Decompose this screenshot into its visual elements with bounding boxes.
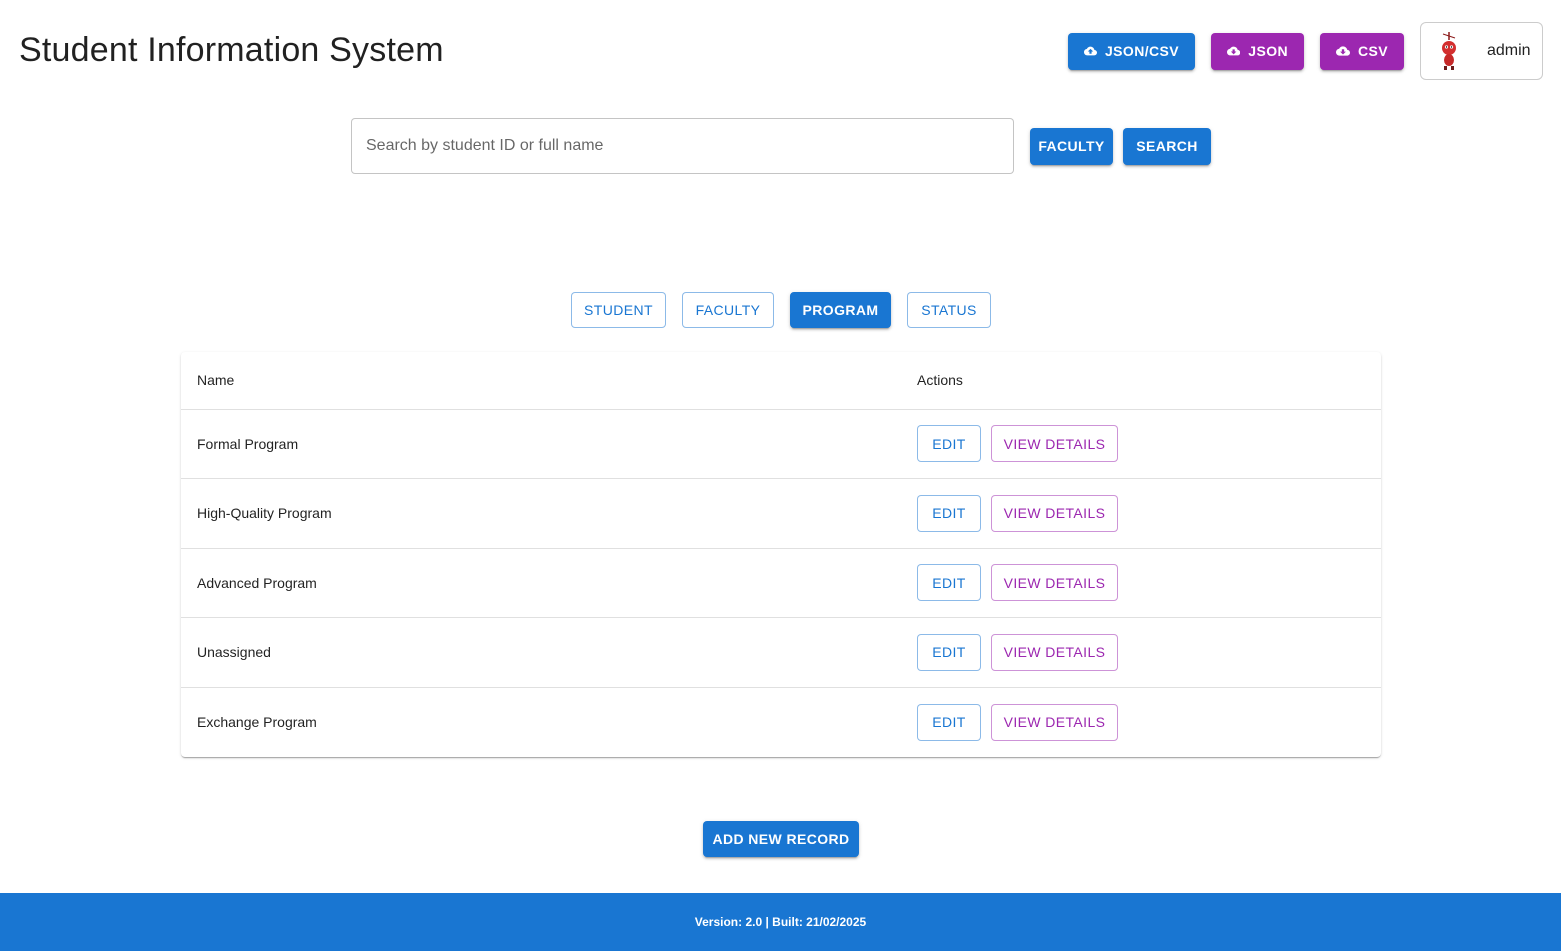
user-name: admin	[1487, 42, 1531, 59]
footer: Version: 2.0 | Built: 21/02/2025	[0, 893, 1561, 951]
column-header-actions: Actions	[901, 352, 1381, 410]
column-header-name: Name	[181, 352, 901, 410]
faculty-filter-button[interactable]: FACULTY	[1030, 127, 1113, 165]
row-actions: EDIT VIEW DETAILS	[901, 617, 1381, 688]
export-json-button[interactable]: JSON	[1211, 32, 1304, 70]
table-row: Advanced Program EDIT VIEW DETAILS	[181, 548, 1381, 618]
table-row: Unassigned EDIT VIEW DETAILS	[181, 617, 1381, 688]
add-new-record-button[interactable]: ADD NEW RECORD	[703, 821, 859, 857]
program-name: Formal Program	[181, 409, 901, 479]
tab-status[interactable]: STATUS	[907, 292, 991, 328]
export-csv-label: CSV	[1358, 43, 1388, 59]
search-input[interactable]	[351, 118, 1014, 174]
edit-button[interactable]: EDIT	[917, 633, 981, 671]
program-name: Unassigned	[181, 617, 901, 688]
table-header-row: Name Actions	[181, 352, 1381, 410]
tab-program[interactable]: PROGRAM	[790, 292, 891, 328]
program-name: Exchange Program	[197, 714, 317, 730]
edit-button[interactable]: EDIT	[917, 703, 981, 741]
user-menu-button[interactable]: admin	[1420, 22, 1543, 80]
export-csv-button[interactable]: CSV	[1320, 32, 1404, 70]
cloud-download-icon	[1336, 46, 1350, 56]
edit-button[interactable]: EDIT	[917, 564, 981, 602]
entity-tabs: STUDENT FACULTY PROGRAM STATUS	[571, 292, 1007, 328]
cloud-download-icon	[1227, 46, 1241, 56]
tab-student[interactable]: STUDENT	[571, 292, 666, 328]
view-details-button[interactable]: VIEW DETAILS	[991, 703, 1118, 741]
edit-button[interactable]: EDIT	[917, 494, 981, 532]
row-actions: EDIT VIEW DETAILS	[901, 478, 1381, 549]
import-json-csv-label: JSON/CSV	[1105, 43, 1179, 59]
tab-faculty[interactable]: FACULTY	[682, 292, 774, 328]
view-details-button[interactable]: VIEW DETAILS	[991, 425, 1118, 463]
table-row: Formal Program EDIT VIEW DETAILS	[181, 409, 1381, 479]
app-title: Student Information System	[19, 31, 444, 69]
row-actions: EDIT VIEW DETAILS	[901, 409, 1381, 479]
edit-button[interactable]: EDIT	[917, 425, 981, 463]
version-text: Version: 2.0 | Built: 21/02/2025	[694, 915, 867, 929]
view-details-button[interactable]: VIEW DETAILS	[991, 633, 1118, 671]
header-actions: JSON/CSV JSON CSV admin	[1068, 22, 1543, 80]
import-json-csv-button[interactable]: JSON/CSV	[1068, 32, 1195, 70]
program-table: Name Actions Formal Program EDIT VIEW DET…	[181, 352, 1381, 757]
row-actions: EDIT VIEW DETAILS	[901, 687, 1381, 757]
program-name: Advanced Program	[181, 548, 901, 618]
export-json-label: JSON	[1248, 43, 1288, 59]
search-button[interactable]: SEARCH	[1123, 127, 1211, 165]
avatar	[1442, 32, 1456, 70]
view-details-button[interactable]: VIEW DETAILS	[991, 564, 1118, 602]
row-actions: EDIT VIEW DETAILS	[901, 548, 1381, 618]
search-bar: FACULTY SEARCH	[351, 118, 1211, 174]
table-row: Exchange Program EDIT VIEW DETAILS	[181, 687, 1381, 757]
program-name: High-Quality Program	[181, 478, 901, 549]
view-details-button[interactable]: VIEW DETAILS	[991, 494, 1118, 532]
cloud-upload-icon	[1084, 46, 1097, 56]
table-row: High-Quality Program EDIT VIEW DETAILS	[181, 478, 1381, 549]
